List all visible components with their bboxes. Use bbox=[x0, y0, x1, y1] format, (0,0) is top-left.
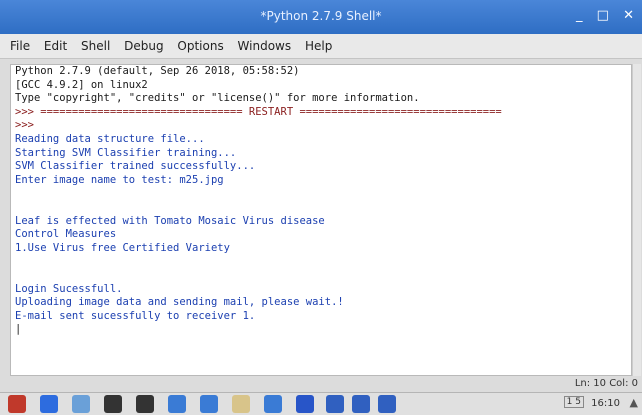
shell-line: >>> bbox=[15, 119, 41, 132]
raspberry-menu-icon[interactable] bbox=[8, 395, 26, 413]
eject-icon[interactable]: ▲ bbox=[630, 396, 638, 409]
cursor-position-status: Ln: 10 Col: 0 bbox=[574, 378, 638, 389]
terminal-icon-2[interactable] bbox=[136, 395, 154, 413]
shell-line: >>> ================================ RES… bbox=[15, 105, 502, 118]
maximize-button[interactable]: □ bbox=[597, 8, 609, 23]
shell-line: Control Measures bbox=[15, 228, 117, 241]
python-idle-icon[interactable] bbox=[168, 395, 186, 413]
language-indicator[interactable]: 1 5 bbox=[563, 396, 584, 408]
shell-output-area[interactable]: Python 2.7.9 (default, Sep 26 2018, 05:5… bbox=[10, 64, 632, 376]
python-idle-icon-2[interactable] bbox=[200, 395, 218, 413]
shell-line: Starting SVM Classifier training... bbox=[15, 146, 237, 159]
window-titlebar[interactable]: *Python 2.7.9 Shell* _ □ ✕ bbox=[0, 0, 642, 34]
shell-line: | bbox=[15, 323, 22, 336]
taskbar: 1 5 16:10 ▲ bbox=[0, 392, 642, 415]
shell-line: Type "copyright", "credits" or "license(… bbox=[15, 92, 420, 105]
shell-line: Login Sucessfull. bbox=[15, 282, 123, 295]
shell-line: Python 2.7.9 (default, Sep 26 2018, 05:5… bbox=[15, 65, 300, 77]
close-button[interactable]: ✕ bbox=[623, 8, 634, 23]
window-title: *Python 2.7.9 Shell* bbox=[260, 9, 382, 23]
menu-file[interactable]: File bbox=[10, 39, 30, 53]
shell-line: Uploading image data and sending mail, p… bbox=[15, 296, 344, 309]
menu-debug[interactable]: Debug bbox=[124, 39, 163, 53]
wifi-icon[interactable] bbox=[352, 395, 370, 413]
window-controls: _ □ ✕ bbox=[566, 8, 634, 23]
vertical-scrollbar[interactable] bbox=[632, 64, 641, 376]
menu-shell[interactable]: Shell bbox=[81, 39, 110, 53]
shell-line: [GCC 4.9.2] on linux2 bbox=[15, 78, 148, 91]
shell-line: Leaf is effected with Tomato Mosaic Viru… bbox=[15, 214, 325, 227]
shell-line: SVM Classifier trained successfully... bbox=[15, 160, 256, 173]
minimize-button[interactable]: _ bbox=[576, 8, 583, 23]
folder-icon[interactable] bbox=[232, 395, 250, 413]
menu-options[interactable]: Options bbox=[177, 39, 223, 53]
shell-line: 1.Use Virus free Certified Variety bbox=[15, 241, 230, 254]
web-browser-icon[interactable] bbox=[40, 395, 58, 413]
menu-bar: File Edit Shell Debug Options Windows He… bbox=[0, 34, 642, 59]
shell-line: E-mail sent sucessfully to receiver 1. bbox=[15, 309, 256, 322]
shell-line: Enter image name to test: m25.jpg bbox=[15, 173, 224, 186]
shell-line: Reading data structure file... bbox=[15, 132, 205, 145]
menu-edit[interactable]: Edit bbox=[44, 39, 67, 53]
vnc-icon[interactable] bbox=[296, 395, 314, 413]
volume-icon[interactable] bbox=[378, 395, 396, 413]
bluetooth-icon[interactable] bbox=[326, 395, 344, 413]
terminal-icon[interactable] bbox=[104, 395, 122, 413]
menu-windows[interactable]: Windows bbox=[238, 39, 292, 53]
file-manager-icon[interactable] bbox=[72, 395, 90, 413]
python-idle-icon-3[interactable] bbox=[264, 395, 282, 413]
clock: 16:10 bbox=[591, 398, 620, 409]
menu-help[interactable]: Help bbox=[305, 39, 332, 53]
